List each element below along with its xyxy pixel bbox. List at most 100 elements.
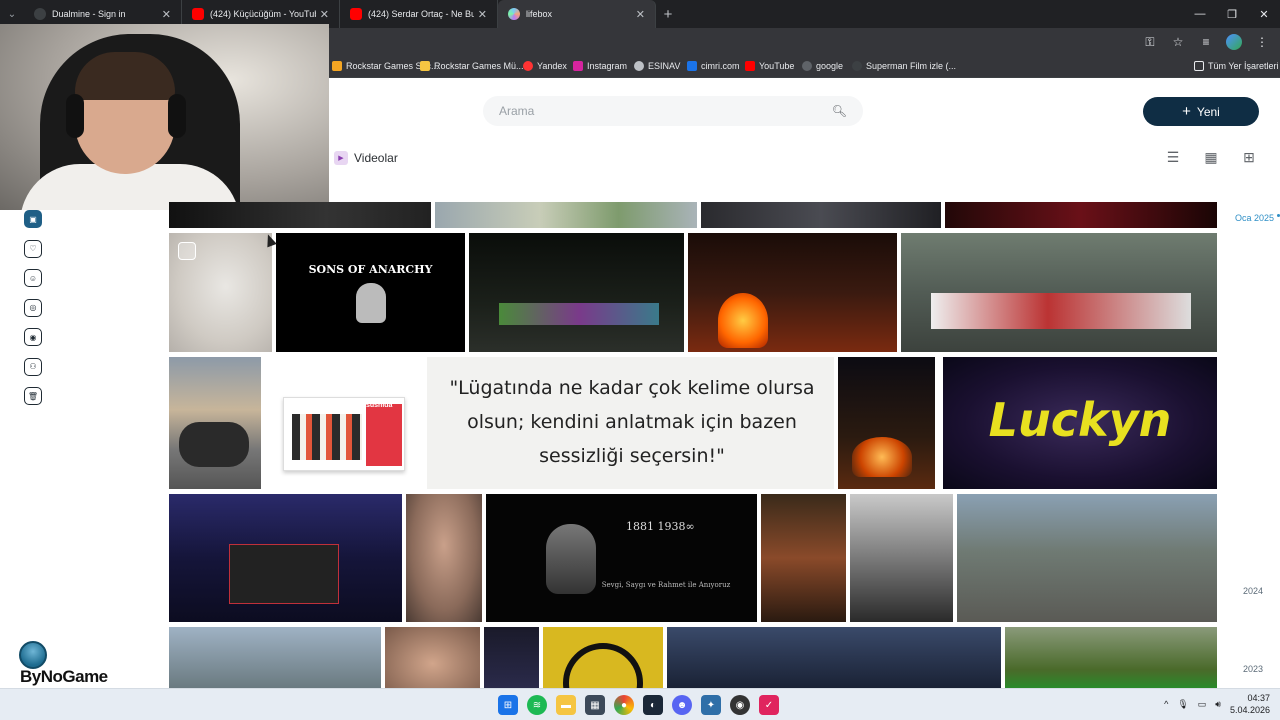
volume-icon[interactable]: 🔊︎ — [1215, 699, 1221, 710]
microphone-icon[interactable]: 🎙︎ — [1177, 699, 1188, 710]
photo-thumbnail[interactable] — [1005, 627, 1217, 688]
photos-nav-icon[interactable]: ▣ — [24, 210, 42, 228]
password-key-icon[interactable]: ⚿ — [1142, 34, 1158, 50]
lifebox-app-icon[interactable]: ✓ — [759, 695, 779, 715]
bookmark-superman[interactable]: Superman Film izle (... — [852, 61, 956, 71]
network-icon[interactable]: ▭ — [1198, 699, 1207, 710]
bookmark-star-icon[interactable]: ☆ — [1170, 34, 1186, 50]
photo-thumbnail[interactable] — [850, 494, 953, 622]
photo-thumbnail[interactable] — [385, 627, 480, 688]
file-explorer-icon[interactable]: ▬ — [556, 695, 576, 715]
bookmark-instagram[interactable]: Instagram — [573, 61, 627, 71]
photo-thumbnail[interactable] — [169, 494, 402, 622]
screen: ⌄ Dualmine - Sign in ✕ (424) Küçücüğüm -… — [0, 0, 1280, 720]
tab-youtube-2[interactable]: (424) Serdar Ortaç - Ne Bu Neşe ✕ — [340, 0, 498, 28]
photo-thumbnail[interactable]: 1881 1938∞ Sevgi, Saygı ve Rahmet ile An… — [486, 494, 757, 622]
stories-nav-icon[interactable]: ◎ — [24, 298, 42, 317]
bookmark-google[interactable]: google — [802, 61, 843, 71]
tray-expand-icon[interactable]: ^ — [1164, 699, 1168, 709]
favorites-nav-icon[interactable]: ♡ — [24, 239, 42, 258]
windows-start-icon[interactable]: ⊞ — [498, 695, 518, 715]
grid-view-icon[interactable]: ▦ — [1202, 148, 1220, 166]
profile-avatar-icon[interactable] — [1226, 34, 1242, 50]
photo-thumbnail[interactable] — [406, 494, 482, 622]
photo-thumbnail[interactable]: "Lügatında ne kadar çok kelime olursa ol… — [427, 357, 834, 489]
search-icon[interactable]: 🔍︎ — [832, 104, 847, 118]
tab-lifebox[interactable]: lifebox ✕ — [498, 0, 656, 28]
photo-thumbnail[interactable] — [688, 233, 897, 352]
steam-icon[interactable]: ◐ — [643, 695, 663, 715]
bookmark-youtube[interactable]: YouTube — [745, 61, 794, 71]
trash-nav-icon[interactable]: 🗑︎ — [24, 387, 42, 405]
campfire-shape — [718, 293, 768, 348]
headphone-right — [168, 94, 186, 138]
places-nav-icon[interactable]: ◉ — [24, 328, 42, 346]
bookmark-esinav[interactable]: ESINAV — [634, 61, 680, 71]
google-icon — [802, 61, 812, 71]
search-bar[interactable]: Arama 🔍︎ — [483, 96, 863, 126]
spotify-icon[interactable]: ≋ — [527, 695, 547, 715]
select-checkbox[interactable] — [178, 242, 196, 260]
close-tab-icon[interactable]: ✕ — [162, 8, 171, 21]
close-tab-icon[interactable]: ✕ — [320, 8, 329, 21]
all-bookmarks[interactable]: Tüm Yer İşaretleri — [1194, 61, 1279, 71]
media-control-icon[interactable]: ≡ — [1198, 34, 1214, 50]
photo-thumbnail[interactable] — [435, 202, 697, 228]
shared-nav-icon[interactable]: ⚇ — [24, 357, 42, 376]
photo-thumbnail[interactable] — [169, 627, 381, 688]
photo-thumbnail[interactable] — [169, 357, 261, 489]
store-icon[interactable]: ▦ — [585, 695, 605, 715]
sushi-box: sushida — [283, 397, 405, 471]
webcam-overlay — [0, 24, 329, 210]
minimize-icon[interactable]: — — [1184, 0, 1216, 28]
settings-app-icon[interactable]: ✦ — [701, 695, 721, 715]
tab-title: lifebox — [526, 9, 553, 19]
timeline-label[interactable]: Oca 2025 — [1235, 213, 1274, 223]
bookmark-label: Yandex — [537, 61, 567, 71]
motorcycle-shape — [179, 422, 249, 467]
photo-thumbnail[interactable] — [484, 627, 539, 688]
truck-shape — [499, 303, 659, 325]
bookmark-yandex[interactable]: Yandex — [523, 61, 567, 71]
photo-thumbnail[interactable]: sushida — [265, 357, 423, 489]
photo-thumbnail[interactable]: SONS OF ANARCHY — [276, 233, 465, 352]
photo-thumbnail[interactable] — [667, 627, 1001, 688]
bookmark-rockstar-music[interactable]: Rockstar Games Mü... — [420, 61, 524, 71]
chrome-icon[interactable]: ● — [614, 695, 634, 715]
search-input[interactable]: Arama — [499, 104, 832, 118]
tab-title: (424) Küçücüğüm - YouTube — [210, 9, 316, 19]
close-tab-icon[interactable]: ✕ — [636, 8, 645, 21]
photo-thumbnail[interactable] — [543, 627, 663, 688]
youtube-icon — [745, 61, 755, 71]
bookmark-cimri[interactable]: cimri.com — [687, 61, 740, 71]
new-tab-icon[interactable]: + — [656, 6, 680, 23]
photo-thumbnail[interactable] — [761, 494, 846, 622]
recorder-icon[interactable]: ◉ — [730, 695, 750, 715]
all-bookmarks-label: Tüm Yer İşaretleri — [1208, 61, 1279, 71]
photo-thumbnail[interactable] — [838, 357, 935, 489]
photo-thumbnail[interactable] — [945, 202, 1217, 228]
photo-thumbnail[interactable] — [701, 202, 941, 228]
discord-icon[interactable]: ☻ — [672, 695, 692, 715]
photo-thumbnail[interactable] — [169, 233, 272, 352]
photo-thumbnail[interactable] — [957, 494, 1217, 622]
timeline-label[interactable]: 2023 — [1243, 664, 1263, 674]
close-window-icon[interactable]: ✕ — [1248, 0, 1280, 28]
photo-thumbnail[interactable]: Luckyn — [943, 357, 1217, 489]
globe-icon — [634, 61, 644, 71]
list-view-icon[interactable]: ☰ — [1164, 148, 1182, 166]
photo-thumbnail[interactable] — [469, 233, 684, 352]
browser-menu-icon[interactable]: ⋮ — [1254, 34, 1270, 50]
dualmine-favicon-icon — [34, 8, 46, 20]
timeline-label[interactable]: 2024 — [1243, 586, 1263, 596]
new-button[interactable]: + Yeni — [1143, 97, 1259, 126]
people-nav-icon[interactable]: ☺ — [24, 269, 42, 287]
restore-icon[interactable]: ❐ — [1216, 0, 1248, 28]
clock[interactable]: 04:37 5.04.2026 — [1230, 692, 1270, 716]
close-tab-icon[interactable]: ✕ — [478, 8, 487, 21]
large-grid-view-icon[interactable]: ⊞ — [1240, 148, 1258, 166]
videos-filter[interactable]: ▶ Videolar — [334, 146, 398, 170]
plus-icon: + — [1182, 103, 1191, 120]
photo-thumbnail[interactable] — [169, 202, 431, 228]
photo-thumbnail[interactable] — [901, 233, 1217, 352]
